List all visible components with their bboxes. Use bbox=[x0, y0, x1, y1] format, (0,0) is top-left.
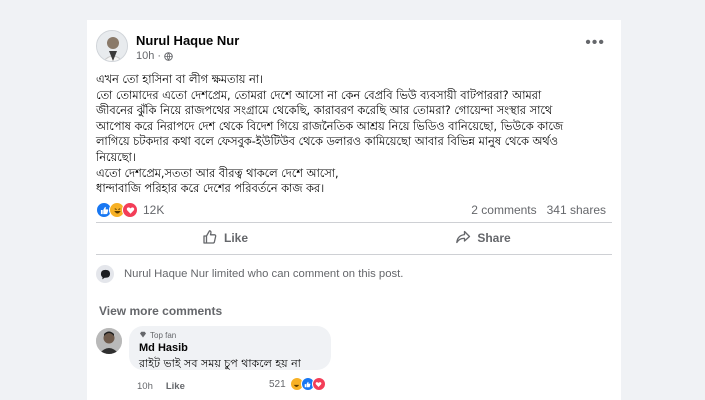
divider bbox=[96, 222, 612, 223]
share-icon bbox=[455, 229, 471, 248]
post-text-line: আপোষ করে নিরাপদে দেশ থেকে বিদেশ গিয়ে রা… bbox=[96, 119, 564, 133]
post-text-line: এতো দেশপ্রেম,সততা আর বীরত্ব থাকলে দেশে আ… bbox=[96, 166, 339, 180]
post-actions: Like Share bbox=[96, 224, 612, 252]
like-label: Like bbox=[223, 231, 248, 245]
post-text-line: তো তোমাদের এতো দেশপ্রেম, তোমরা দেশে আসো … bbox=[96, 88, 542, 102]
comment-bubble: Top fan Md Hasib রাইট ভাই সব সময় চুপ থা… bbox=[129, 326, 331, 370]
share-label: Share bbox=[477, 231, 511, 245]
commenter-avatar[interactable] bbox=[96, 328, 122, 354]
engagement-counts: 2 comments 341 shares bbox=[471, 203, 606, 217]
post-card: Nurul Haque Nur 10h · ••• এখন তো হাসিনা … bbox=[87, 20, 621, 400]
divider bbox=[96, 254, 612, 255]
love-reaction-icon bbox=[122, 202, 138, 218]
post-text-line: জীবনের ঝুঁকি নিয়ে রাজপথের সংগ্রামে থেকে… bbox=[96, 104, 553, 118]
comment-limit-notice: Nurul Haque Nur limited who can comment … bbox=[96, 259, 602, 289]
comment-limit-text: Nurul Haque Nur limited who can comment … bbox=[124, 268, 404, 280]
post-header: Nurul Haque Nur 10h · ••• bbox=[87, 20, 621, 70]
globe-icon bbox=[164, 51, 173, 61]
post-body: এখন তো হাসিনা বা লীগ ক্ষমতায় না। তো তোম… bbox=[96, 72, 616, 197]
shares-count-link[interactable]: 341 shares bbox=[547, 203, 606, 217]
comment-reaction-count: 521 bbox=[269, 378, 286, 390]
love-reaction-icon bbox=[311, 377, 326, 391]
post-text-line: ধান্দাবাজি পরিহার করে দেশের পরিবর্তনে কা… bbox=[96, 182, 325, 196]
comment-meta: 10h Like bbox=[137, 381, 185, 392]
comment-bubble-icon bbox=[96, 265, 114, 283]
reactions-summary[interactable]: 12K bbox=[96, 202, 164, 218]
author-name[interactable]: Nurul Haque Nur bbox=[136, 33, 239, 48]
post-text-line: নিয়েছো। bbox=[96, 150, 136, 164]
post-stats: 12K 2 comments 341 shares bbox=[96, 200, 612, 220]
thumbs-up-icon bbox=[202, 229, 218, 248]
separator-dot: · bbox=[157, 50, 162, 62]
share-button[interactable]: Share bbox=[354, 224, 612, 252]
more-options-button[interactable]: ••• bbox=[585, 34, 605, 52]
top-fan-badge: Top fan bbox=[139, 330, 321, 340]
post-meta: 10h · bbox=[136, 50, 173, 62]
comment-like-button[interactable]: Like bbox=[166, 381, 185, 392]
post-text-line: লাগিয়ে চটকদার কথা বলে ফেসবুক-ইউটিউব থেক… bbox=[96, 135, 558, 149]
view-more-comments-link[interactable]: View more comments bbox=[99, 304, 222, 318]
commenter-name[interactable]: Md Hasib bbox=[139, 342, 321, 354]
like-button[interactable]: Like bbox=[96, 224, 354, 252]
post-time[interactable]: 10h bbox=[136, 50, 154, 62]
comment-text: রাইট ভাই সব সময় চুপ থাকলে হয় না bbox=[139, 357, 301, 370]
top-fan-label: Top fan bbox=[150, 330, 177, 340]
comment-reactions[interactable]: 521 bbox=[269, 377, 326, 391]
post-text-line: এখন তো হাসিনা বা লীগ ক্ষমতায় না। bbox=[96, 73, 264, 86]
comments-count-link[interactable]: 2 comments bbox=[471, 203, 536, 217]
author-avatar[interactable] bbox=[96, 30, 128, 62]
reaction-count: 12K bbox=[143, 203, 165, 217]
comment-time[interactable]: 10h bbox=[137, 381, 153, 392]
diamond-icon bbox=[139, 331, 147, 340]
